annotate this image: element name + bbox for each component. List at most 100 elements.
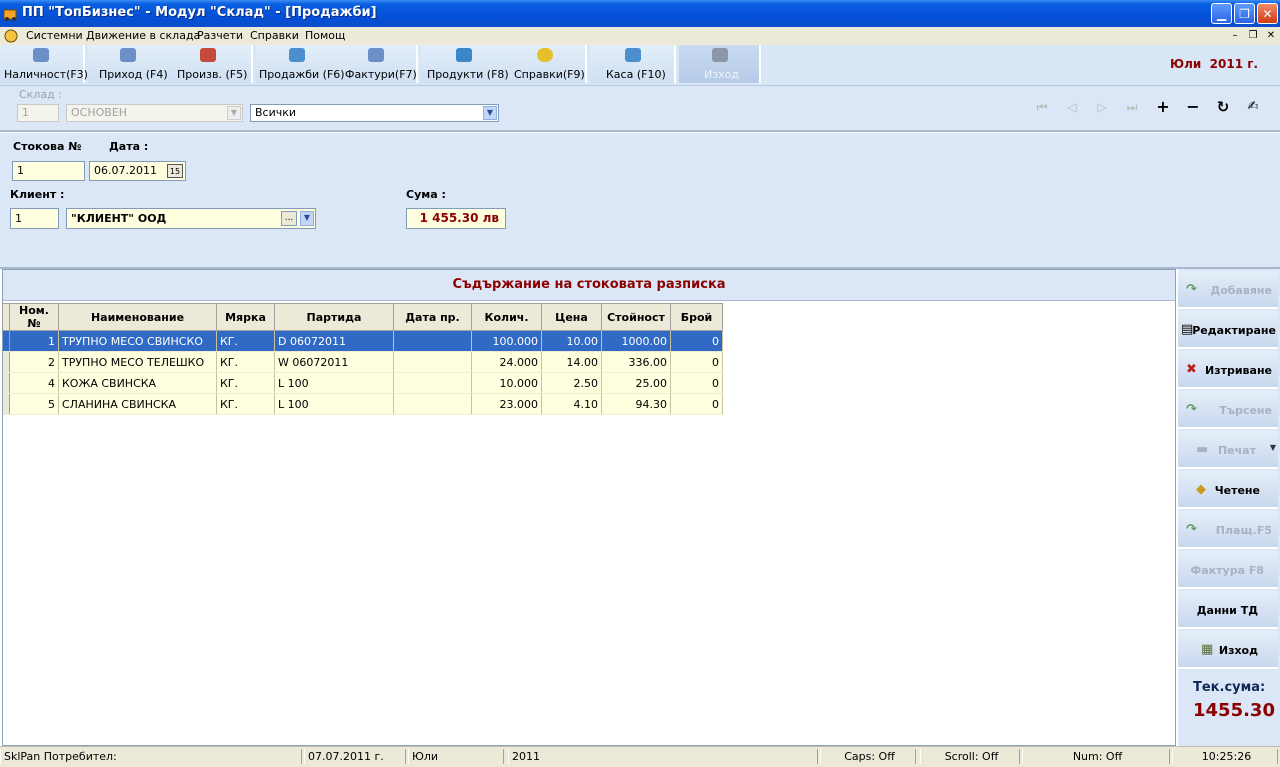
menu-warehouse-movement[interactable]: Движение в склада: [86, 29, 200, 42]
first-record-icon[interactable]: ⏮: [1034, 100, 1050, 114]
payment-button[interactable]: ↷ Плащ.F5: [1178, 511, 1278, 549]
search-icon: ↷: [1186, 402, 1197, 417]
table-row[interactable]: 5 СЛАНИНА СВИНСКА КГ. L 100 23.000 4.10 …: [2, 393, 723, 415]
table-row[interactable]: 4 КОЖА СВИНСКА КГ. L 100 10.000 2.50 25.…: [2, 372, 723, 394]
status-scroll: Scroll: Off: [920, 749, 1020, 764]
menu-help[interactable]: Помощ: [305, 29, 345, 42]
read-button[interactable]: ◆ Четене: [1178, 471, 1278, 509]
tools-icon: [712, 48, 728, 62]
cash-button[interactable]: Каса (F10): [590, 45, 676, 83]
invoice-button[interactable]: Фактура F8: [1178, 551, 1278, 589]
exit-door-icon: ▦: [1201, 642, 1214, 657]
col-price[interactable]: Цена: [541, 303, 602, 331]
production-icon: [200, 48, 216, 62]
next-record-icon[interactable]: ▷: [1094, 100, 1110, 114]
mdi-restore-icon[interactable]: ❐: [1245, 28, 1261, 43]
status-bar: SklPan Потребител: 07.07.2011 г. Юли 201…: [0, 746, 1280, 767]
col-quantity[interactable]: Колич.: [471, 303, 542, 331]
close-icon[interactable]: ✕: [1257, 3, 1278, 24]
invoices-button[interactable]: Фактури(F7): [340, 45, 418, 83]
reports-button[interactable]: Справки(F9): [507, 45, 587, 83]
minimize-icon[interactable]: ▁: [1211, 3, 1232, 24]
add-record-icon[interactable]: +: [1155, 99, 1171, 115]
col-unit[interactable]: Мярка: [216, 303, 275, 331]
row-indicator-header: [2, 303, 10, 331]
payment-icon: ↷: [1186, 522, 1197, 537]
sales-icon: [289, 48, 305, 62]
status-num: Num: Off: [1022, 749, 1170, 764]
td-data-button[interactable]: Данни ТД: [1178, 591, 1278, 629]
add-button[interactable]: ↷ Добавяне: [1178, 271, 1278, 309]
search-button[interactable]: ↷ Търсене: [1178, 391, 1278, 429]
doc-no-field[interactable]: 1: [12, 161, 85, 181]
last-record-icon[interactable]: ⏭: [1124, 100, 1140, 114]
edit-button[interactable]: ▤ Редактиране: [1178, 311, 1278, 349]
document-header: [0, 132, 1280, 269]
income-button[interactable]: Приход (F4): [88, 45, 173, 83]
income-group: Приход (F4) Произв. (F5): [88, 45, 253, 83]
stock-button[interactable]: Наличност(F3): [0, 45, 88, 83]
products-button[interactable]: Продукти (F8): [421, 45, 509, 83]
status-caps: Caps: Off: [820, 749, 916, 764]
mdi-close-icon[interactable]: ✕: [1263, 28, 1279, 43]
reports-icon: [537, 48, 553, 62]
doc-no-label: Стокова №: [13, 140, 82, 153]
action-panel: ↷ Добавяне ▤ Редактиране ✖ Изтриване ↷ Т…: [1178, 269, 1280, 746]
filter-select[interactable]: Всички ▼: [250, 104, 499, 122]
delete-icon: ✖: [1186, 362, 1197, 377]
products-group: Продукти (F8) Справки(F9): [421, 45, 587, 83]
document-icon: [120, 48, 136, 62]
col-value[interactable]: Стойност: [601, 303, 671, 331]
col-name[interactable]: Наименование: [58, 303, 217, 331]
delete-record-icon[interactable]: −: [1185, 99, 1201, 115]
col-prod-date[interactable]: Дата пр.: [393, 303, 472, 331]
client-label: Клиент :: [10, 188, 65, 201]
window-title: ПП "ТопБизнес" - Модул "Склад" - [Продаж…: [22, 5, 377, 20]
sum-field: 1 455.30 лв: [406, 208, 506, 229]
row-indicator: [2, 372, 10, 394]
print-button[interactable]: ▬ Печат ▼: [1178, 431, 1278, 469]
production-button[interactable]: Произв. (F5): [173, 45, 253, 83]
client-lookup-button[interactable]: ...: [281, 211, 297, 226]
mdi-app-icon[interactable]: [4, 28, 19, 46]
main-toolbar: Наличност(F3) Приход (F4) Произв. (F5) П…: [0, 45, 1280, 86]
chevron-down-icon[interactable]: ▼: [1270, 443, 1276, 452]
table-row[interactable]: 2 ТРУПНО МЕСО ТЕЛЕШКО КГ. W 06072011 24.…: [2, 351, 723, 373]
menu-system[interactable]: Системни: [26, 29, 83, 42]
chevron-down-icon[interactable]: ▼: [300, 211, 314, 226]
exit-button[interactable]: ▦ Изход: [1178, 631, 1278, 669]
sales-button[interactable]: Продажби (F6): [256, 45, 345, 83]
current-sum-value: 1455.30: [1193, 700, 1275, 721]
exit-toolbar-button[interactable]: Изход: [679, 45, 761, 83]
status-time: 10:25:26: [1172, 749, 1278, 764]
date-field[interactable]: 06.07.2011 15: [89, 161, 186, 181]
refresh-icon[interactable]: ↻: [1215, 100, 1231, 115]
maximize-icon[interactable]: ❐: [1234, 3, 1255, 24]
edit-record-icon[interactable]: ✍: [1245, 100, 1261, 114]
col-count[interactable]: Брой: [670, 303, 723, 331]
title-bar: ПП "ТопБизнес" - Модул "Склад" - [Продаж…: [0, 0, 1280, 27]
calendar-icon[interactable]: 15: [167, 164, 183, 178]
products-icon: [456, 48, 472, 62]
warehouse-name-select[interactable]: ОСНОВЕН ▼: [66, 104, 243, 122]
app-icon[interactable]: [3, 5, 19, 21]
delete-button[interactable]: ✖ Изтриване: [1178, 351, 1278, 389]
mdi-minimize-icon[interactable]: –: [1227, 28, 1243, 43]
menu-reports[interactable]: Справки: [250, 29, 299, 42]
client-code-field[interactable]: 1: [10, 208, 59, 229]
chevron-down-icon[interactable]: ▼: [227, 106, 241, 120]
current-sum-label: Тек.сума:: [1193, 680, 1266, 695]
grid-header-row: Ном.№ Наименование Мярка Партида Дата пр…: [2, 303, 723, 331]
chevron-down-icon[interactable]: ▼: [483, 106, 497, 120]
col-number[interactable]: Ном.№: [9, 303, 59, 331]
content-caption: Съдържание на стоковата разписка: [3, 270, 1175, 301]
chart-icon: [33, 48, 49, 62]
warehouse-code-field[interactable]: 1: [17, 104, 59, 122]
col-batch[interactable]: Партида: [274, 303, 394, 331]
prev-record-icon[interactable]: ◁: [1064, 100, 1080, 114]
menu-settlements[interactable]: Разчети: [197, 29, 243, 42]
row-indicator: [2, 330, 10, 352]
sum-label: Сума :: [406, 188, 446, 201]
table-row[interactable]: 1 ТРУПНО МЕСО СВИНСКО КГ. D 06072011 100…: [2, 330, 723, 352]
client-name-select[interactable]: "КЛИЕНТ" ООД ... ▼: [66, 208, 316, 229]
